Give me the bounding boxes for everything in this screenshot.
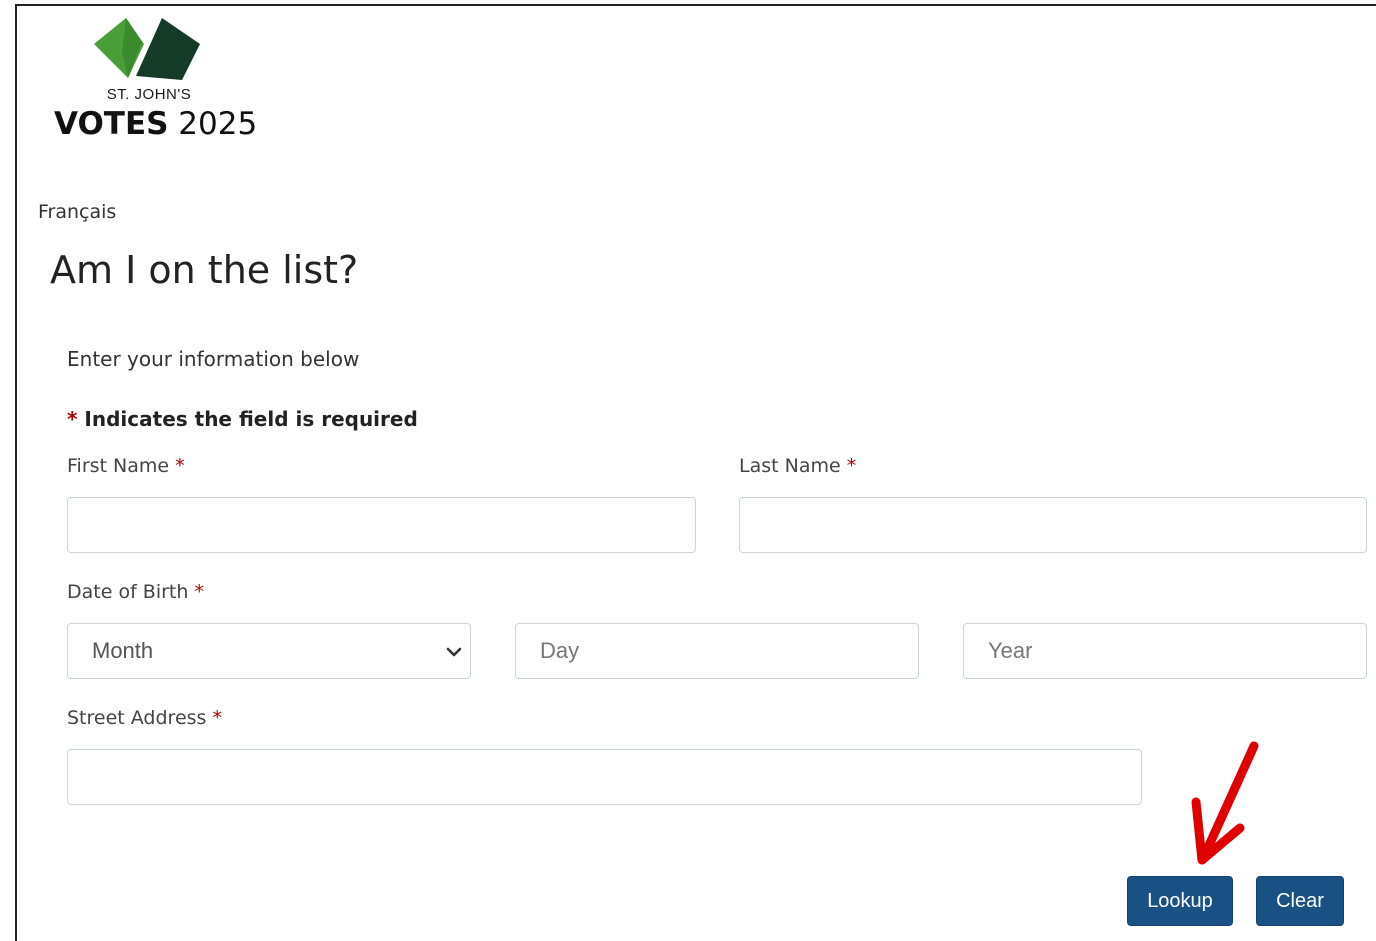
required-star: * bbox=[194, 581, 204, 603]
dob-label-text: Date of Birth bbox=[67, 581, 189, 603]
language-link[interactable]: Français bbox=[38, 201, 116, 223]
lookup-button[interactable]: Lookup bbox=[1127, 876, 1233, 926]
required-star: * bbox=[846, 455, 857, 477]
day-input[interactable] bbox=[515, 623, 919, 679]
last-name-input[interactable] bbox=[739, 497, 1367, 553]
dob-label: Date of Birth * bbox=[67, 581, 204, 603]
clear-button[interactable]: Clear bbox=[1256, 876, 1344, 926]
first-name-label: First Name * bbox=[67, 455, 185, 477]
logo-title: VOTES 2025 bbox=[54, 106, 257, 142]
logo-icon bbox=[94, 18, 200, 80]
chevron-down-icon bbox=[446, 647, 462, 657]
first-name-label-text: First Name bbox=[67, 455, 170, 477]
form-intro: Enter your information below bbox=[67, 347, 360, 371]
required-note-text: Indicates the field is required bbox=[77, 407, 418, 431]
required-star: * bbox=[67, 407, 78, 431]
year-input[interactable] bbox=[963, 623, 1367, 679]
first-name-input[interactable] bbox=[67, 497, 696, 553]
street-address-label: Street Address * bbox=[67, 707, 222, 729]
street-address-input[interactable] bbox=[67, 749, 1142, 805]
required-star: * bbox=[175, 455, 185, 477]
required-star: * bbox=[212, 707, 223, 729]
page-title: Am I on the list? bbox=[50, 248, 359, 292]
logo-title-bold: VOTES bbox=[54, 106, 169, 142]
red-arrow-icon bbox=[1191, 741, 1259, 865]
logo-title-year: 2025 bbox=[168, 106, 258, 142]
last-name-label-text: Last Name bbox=[739, 455, 841, 477]
month-select-value: Month bbox=[92, 638, 154, 663]
last-name-label: Last Name * bbox=[739, 455, 856, 477]
street-address-label-text: Street Address bbox=[67, 707, 207, 729]
month-select[interactable]: Month bbox=[67, 623, 471, 679]
required-note: * Indicates the field is required bbox=[67, 407, 418, 431]
logo-subtitle: ST. JOHN'S bbox=[106, 86, 192, 103]
